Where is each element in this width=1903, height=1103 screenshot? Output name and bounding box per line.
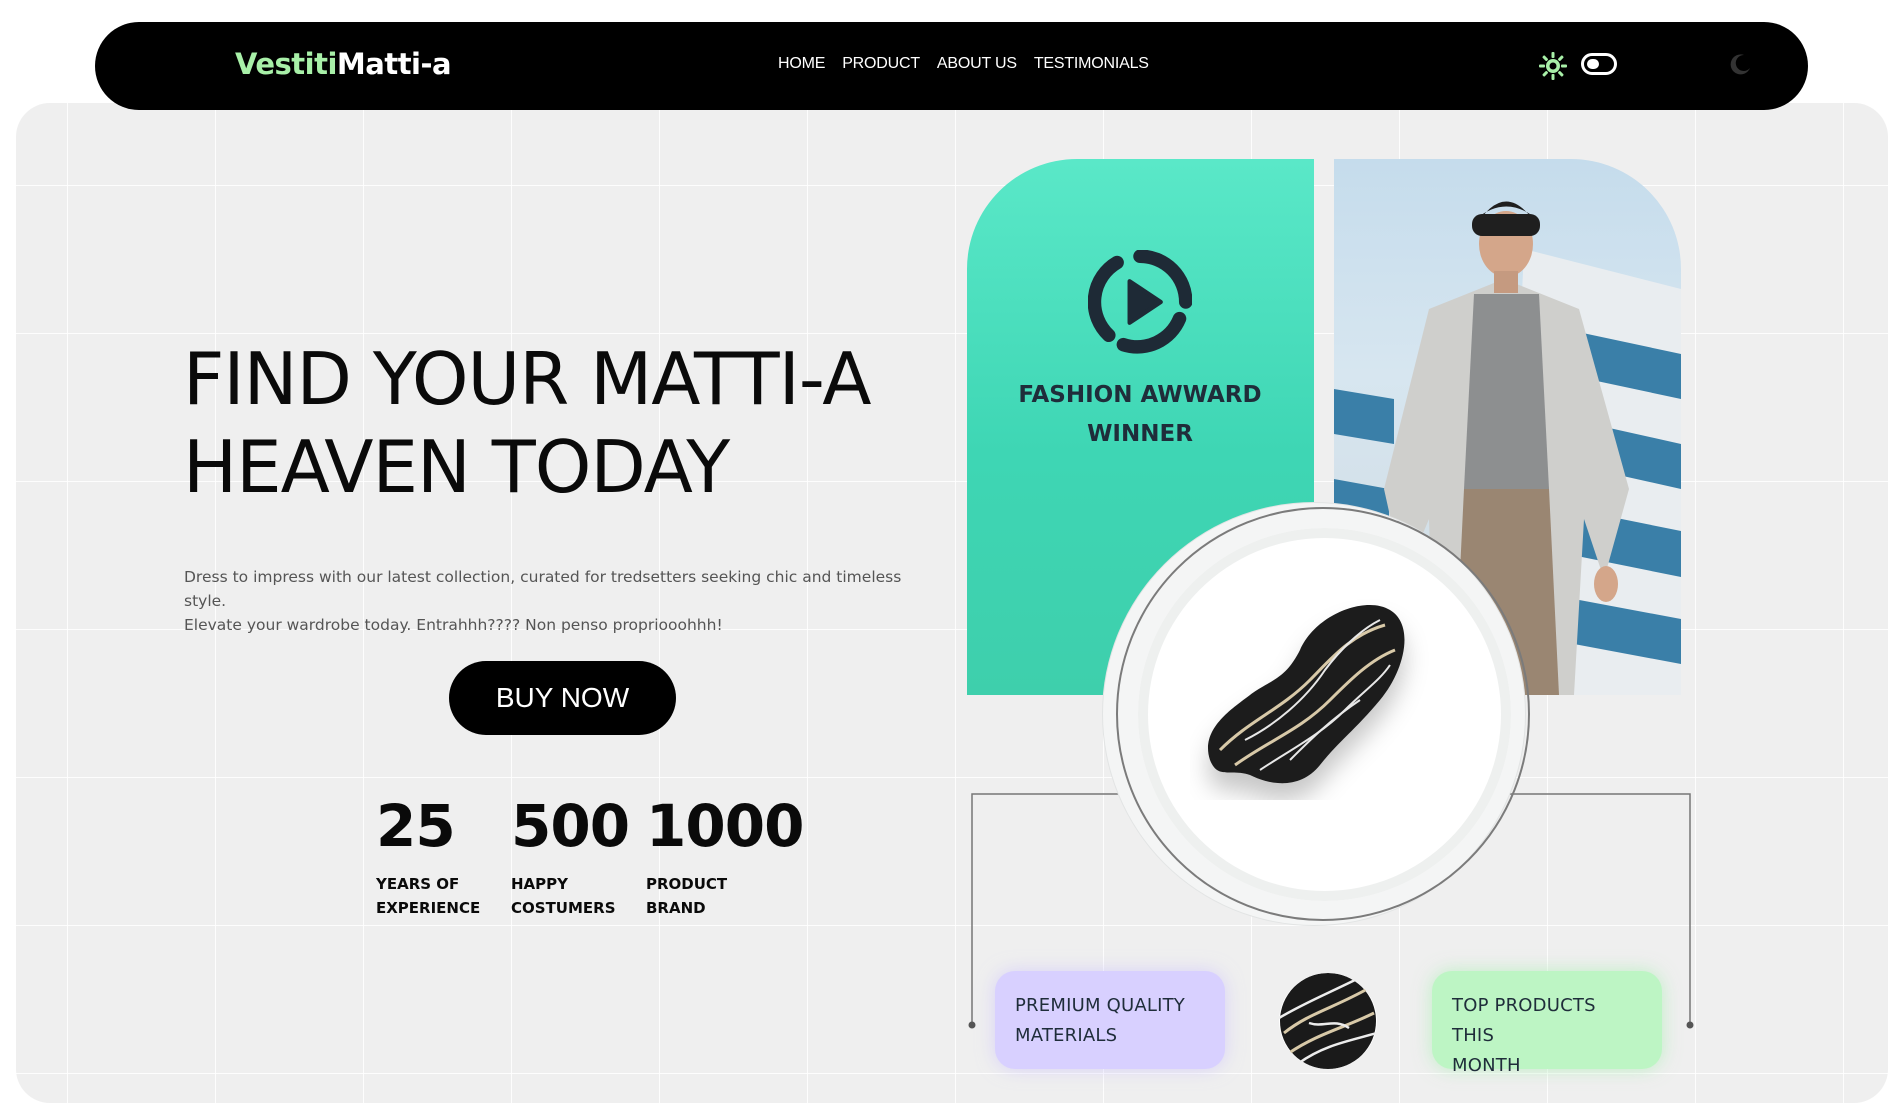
hero-title: FIND YOUR MATTI-A HEAVEN TODAY — [183, 335, 943, 511]
logo-part2: Matti-a — [336, 47, 452, 81]
nav-testimonials[interactable]: TESTIMONIALS — [1034, 55, 1149, 73]
nav-about-us[interactable]: ABOUT US — [937, 55, 1017, 73]
sun-icon[interactable] — [1538, 51, 1568, 81]
nav-home[interactable]: HOME — [778, 55, 825, 73]
navbar: VestitiMatti-a HOME PRODUCT ABOUT US TES… — [95, 22, 1808, 110]
premium-quality-card[interactable]: PREMIUM QUALITY MATERIALS — [995, 971, 1225, 1069]
nav-product[interactable]: PRODUCT — [842, 55, 920, 73]
buy-now-button[interactable]: BUY NOW — [449, 661, 676, 735]
product-thumbnail-image — [1279, 973, 1377, 1069]
stat-brands: 1000 PRODUCT BRAND — [646, 786, 804, 920]
hero-description-line2: Elevate your wardrobe today. Entrahhh???… — [184, 616, 723, 634]
hero-title-line2: HEAVEN TODAY — [183, 425, 730, 509]
logo-part1: Vestiti — [235, 47, 337, 81]
theme-toggle[interactable] — [1581, 53, 1617, 75]
stat-value: 1000 — [646, 792, 804, 860]
nav-links: HOME PRODUCT ABOUT US TESTIMONIALS — [778, 55, 1149, 73]
stat-label: PRODUCT BRAND — [646, 875, 728, 917]
stat-customers: 500 HAPPY COSTUMERS — [511, 786, 646, 920]
featured-product-image[interactable] — [1190, 590, 1450, 800]
stat-value: 25 — [376, 792, 456, 860]
logo[interactable]: VestitiMatti-a — [235, 47, 452, 81]
hero-description: Dress to impress with our latest collect… — [184, 565, 944, 637]
play-circle-icon — [1088, 250, 1192, 354]
hero-description-line1: Dress to impress with our latest collect… — [184, 568, 902, 610]
product-thumbnail[interactable] — [1279, 973, 1377, 1069]
stats: 25 YEARS OF EXPERIENCE 500 HAPPY COSTUME… — [376, 786, 804, 920]
moon-icon[interactable] — [1729, 52, 1753, 76]
hero-title-line1: FIND YOUR MATTI-A — [183, 337, 872, 421]
stat-label: YEARS OF EXPERIENCE — [376, 875, 481, 917]
award-text: FASHION AWWARD WINNER — [1018, 382, 1262, 447]
stat-value: 500 — [511, 792, 630, 860]
top-products-card[interactable]: TOP PRODUCTS THIS MONTH — [1432, 971, 1662, 1076]
toggle-knob — [1587, 59, 1599, 69]
stat-experience: 25 YEARS OF EXPERIENCE — [376, 786, 511, 920]
stat-label: HAPPY COSTUMERS — [511, 875, 616, 917]
